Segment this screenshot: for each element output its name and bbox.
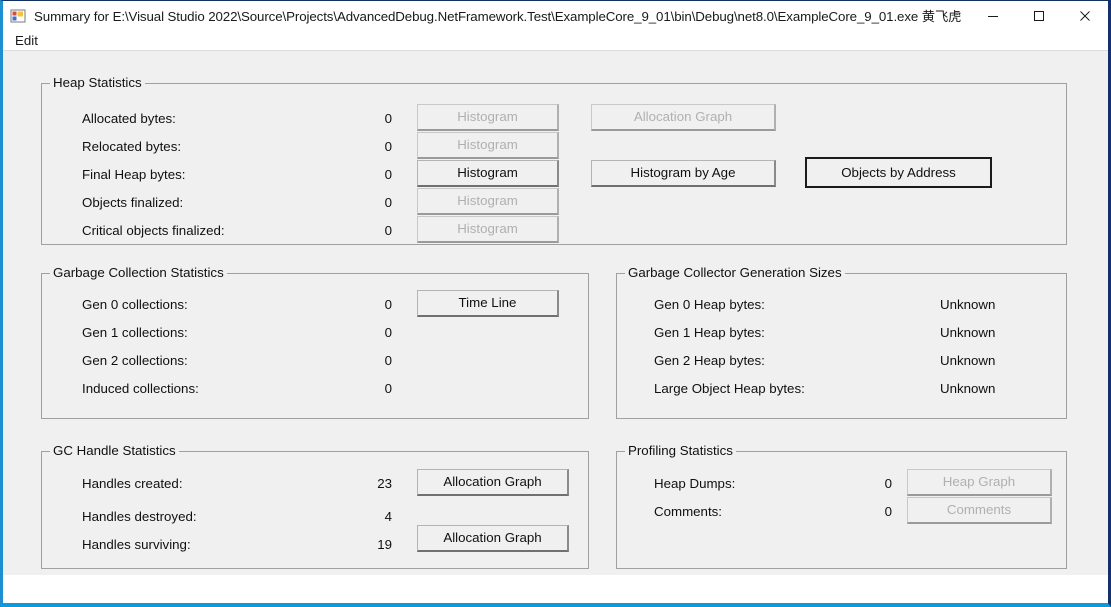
app-window-icon — [10, 8, 26, 24]
stat-value-final-heap-bytes: 0 — [332, 167, 392, 182]
histogram-objects-finalized-button[interactable]: Histogram — [417, 188, 559, 215]
stat-label-large-object-heap-bytes: Large Object Heap bytes: — [654, 381, 805, 396]
allocation-graph-button[interactable]: Allocation Graph — [591, 104, 776, 131]
stat-value-gen1-collections: 0 — [332, 325, 392, 340]
stat-label-final-heap-bytes: Final Heap bytes: — [82, 167, 185, 182]
stat-value-gen0-collections: 0 — [332, 297, 392, 312]
menu-item-edit[interactable]: Edit — [11, 32, 42, 49]
group-gc-statistics: Garbage Collection Statistics Gen 0 coll… — [41, 273, 589, 419]
allocation-graph-handles-created-button[interactable]: Allocation Graph — [417, 469, 569, 496]
close-icon — [1079, 10, 1091, 22]
stat-label-gen0-heap-bytes: Gen 0 Heap bytes: — [654, 297, 765, 312]
stat-label-comments: Comments: — [654, 504, 722, 519]
stat-value-gen0-heap-bytes: Unknown — [940, 297, 1050, 312]
objects-by-address-button[interactable]: Objects by Address — [805, 157, 992, 188]
time-line-button[interactable]: Time Line — [417, 290, 559, 317]
group-gc-handle-statistics: GC Handle Statistics Handles created: 23… — [41, 451, 589, 569]
close-button[interactable] — [1062, 1, 1108, 30]
stat-label-critical-objects-finalized: Critical objects finalized: — [82, 223, 225, 238]
menu-bar: Edit — [3, 30, 1108, 50]
stat-value-gen2-heap-bytes: Unknown — [940, 353, 1050, 368]
stat-label-gen0-collections: Gen 0 collections: — [82, 297, 188, 312]
group-profiling-statistics-title: Profiling Statistics — [625, 443, 736, 458]
stat-label-gen1-heap-bytes: Gen 1 Heap bytes: — [654, 325, 765, 340]
histogram-by-age-button[interactable]: Histogram by Age — [591, 160, 776, 187]
stat-value-objects-finalized: 0 — [332, 195, 392, 210]
stat-value-handles-created: 23 — [332, 476, 392, 491]
histogram-critical-objects-finalized-button[interactable]: Histogram — [417, 216, 559, 243]
stat-value-handles-surviving: 19 — [332, 537, 392, 552]
group-heap-statistics-title: Heap Statistics — [50, 75, 145, 90]
stat-label-heap-dumps: Heap Dumps: — [654, 476, 735, 491]
minimize-button[interactable] — [970, 1, 1016, 30]
stat-value-large-object-heap-bytes: Unknown — [940, 381, 1050, 396]
stat-value-critical-objects-finalized: 0 — [332, 223, 392, 238]
stat-label-relocated-bytes: Relocated bytes: — [82, 139, 181, 154]
group-gc-statistics-title: Garbage Collection Statistics — [50, 265, 227, 280]
client-area: Heap Statistics Allocated bytes: 0 Reloc… — [3, 50, 1108, 575]
group-gc-handle-statistics-title: GC Handle Statistics — [50, 443, 179, 458]
stat-value-heap-dumps: 0 — [832, 476, 892, 491]
title-bar: Summary for E:\Visual Studio 2022\Source… — [3, 1, 1108, 30]
window-controls — [970, 1, 1108, 30]
minimize-icon — [987, 10, 999, 22]
stat-value-handles-destroyed: 4 — [332, 509, 392, 524]
stat-value-induced-collections: 0 — [332, 381, 392, 396]
window-title: Summary for E:\Visual Studio 2022\Source… — [34, 6, 970, 25]
allocation-graph-handles-surviving-button[interactable]: Allocation Graph — [417, 525, 569, 552]
stat-value-allocated-bytes: 0 — [332, 111, 392, 126]
stat-value-relocated-bytes: 0 — [332, 139, 392, 154]
histogram-allocated-bytes-button[interactable]: Histogram — [417, 104, 559, 131]
stat-value-comments: 0 — [832, 504, 892, 519]
summary-window: Summary for E:\Visual Studio 2022\Source… — [0, 0, 1111, 607]
maximize-icon — [1033, 10, 1045, 22]
stat-label-gen2-collections: Gen 2 collections: — [82, 353, 188, 368]
stat-value-gen2-collections: 0 — [332, 353, 392, 368]
stat-label-handles-surviving: Handles surviving: — [82, 537, 191, 552]
histogram-final-heap-bytes-button[interactable]: Histogram — [417, 160, 559, 187]
maximize-button[interactable] — [1016, 1, 1062, 30]
comments-button[interactable]: Comments — [907, 497, 1052, 524]
heap-graph-button[interactable]: Heap Graph — [907, 469, 1052, 496]
group-generation-sizes: Garbage Collector Generation Sizes Gen 0… — [616, 273, 1067, 419]
group-profiling-statistics: Profiling Statistics Heap Dumps: 0 Comme… — [616, 451, 1067, 569]
stat-label-induced-collections: Induced collections: — [82, 381, 199, 396]
stat-label-objects-finalized: Objects finalized: — [82, 195, 183, 210]
histogram-relocated-bytes-button[interactable]: Histogram — [417, 132, 559, 159]
stat-label-gen2-heap-bytes: Gen 2 Heap bytes: — [654, 353, 765, 368]
stat-label-allocated-bytes: Allocated bytes: — [82, 111, 176, 126]
group-heap-statistics: Heap Statistics Allocated bytes: 0 Reloc… — [41, 83, 1067, 245]
group-generation-sizes-title: Garbage Collector Generation Sizes — [625, 265, 845, 280]
stat-label-gen1-collections: Gen 1 collections: — [82, 325, 188, 340]
stat-value-gen1-heap-bytes: Unknown — [940, 325, 1050, 340]
stat-label-handles-destroyed: Handles destroyed: — [82, 509, 197, 524]
stat-label-handles-created: Handles created: — [82, 476, 183, 491]
